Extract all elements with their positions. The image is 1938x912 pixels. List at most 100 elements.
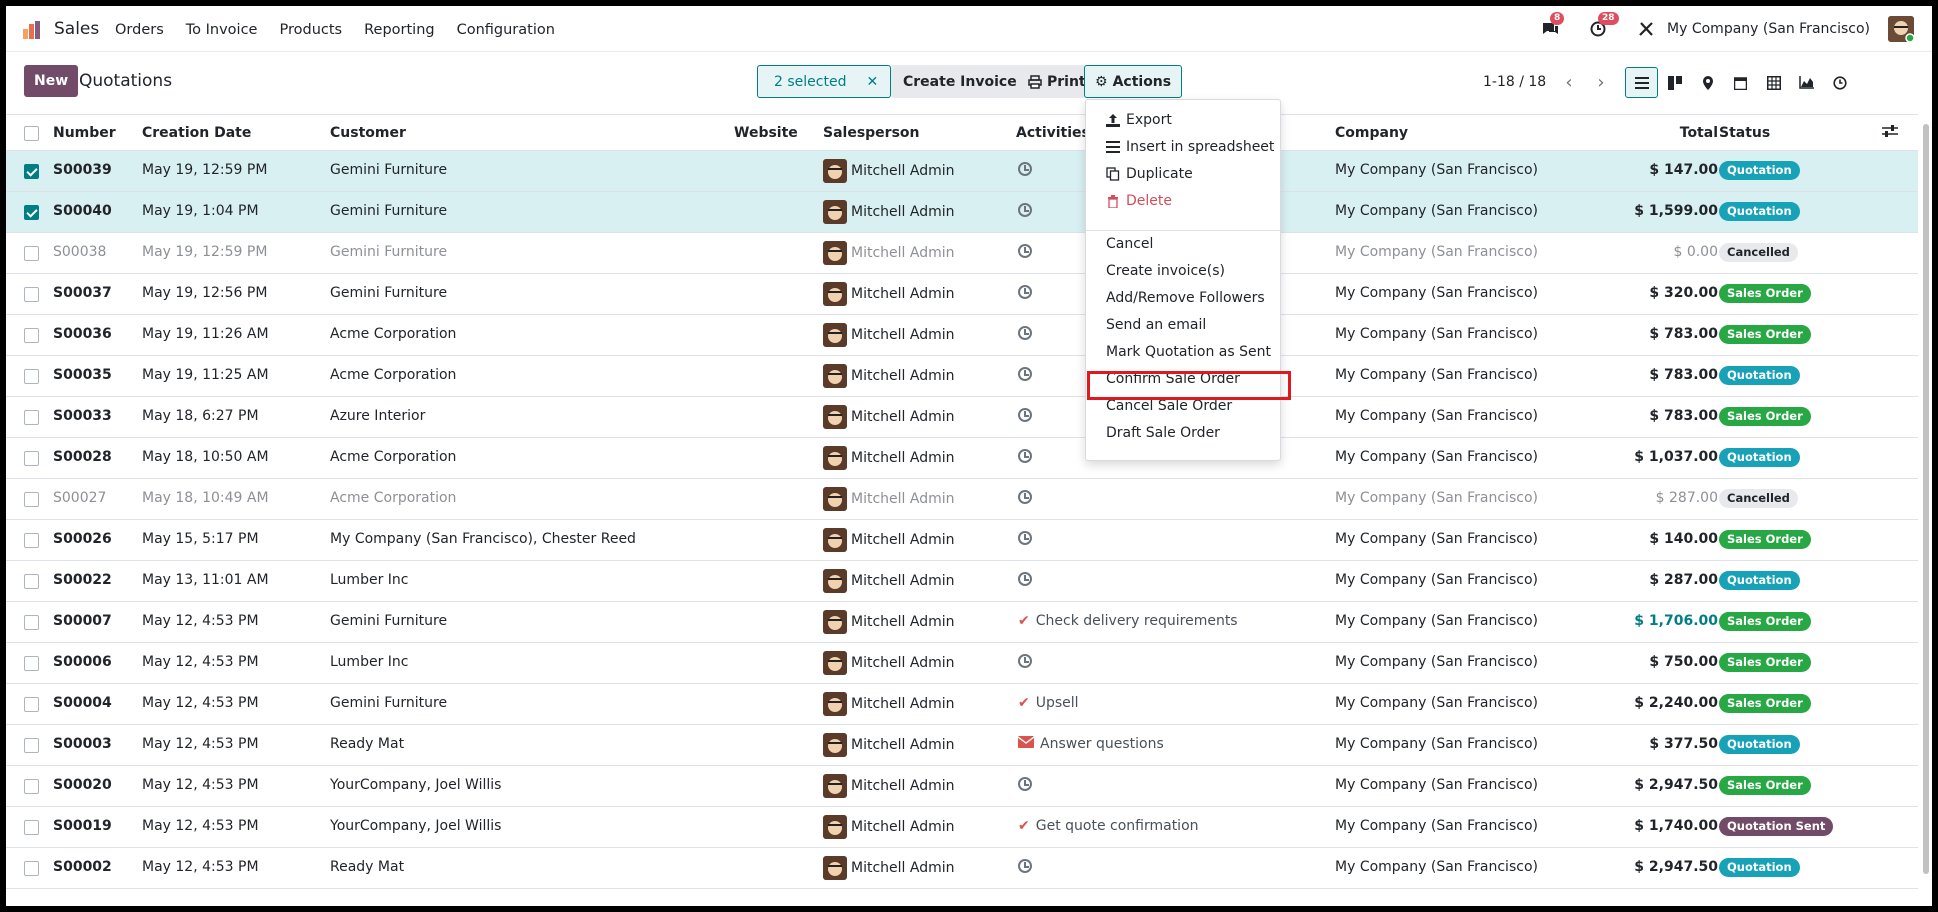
col-status[interactable]: Status xyxy=(1719,125,1770,141)
row-checkbox[interactable] xyxy=(24,287,39,302)
map-view-button[interactable] xyxy=(1691,67,1724,98)
list-view-button[interactable] xyxy=(1625,67,1658,98)
action-cancel-sale-order[interactable]: Cancel Sale Order xyxy=(1106,398,1232,414)
sales-app-icon[interactable] xyxy=(22,20,42,40)
row-checkbox[interactable] xyxy=(24,574,39,589)
app-name[interactable]: Sales xyxy=(54,19,99,39)
table-row[interactable]: S00035 May 19, 11:25 AM Acme Corporation Mi… xyxy=(6,356,1918,397)
col-salesperson[interactable]: Salesperson xyxy=(823,125,920,141)
table-row[interactable]: S00036 May 19, 11:26 AM Acme Corporation Mi… xyxy=(6,315,1918,356)
activity-cell[interactable] xyxy=(1018,162,1032,176)
row-checkbox[interactable] xyxy=(24,656,39,671)
optional-columns-toggle[interactable] xyxy=(1882,124,1898,142)
activity-envelope-icon[interactable] xyxy=(1017,736,1035,752)
pivot-view-button[interactable] xyxy=(1757,67,1790,98)
activity-clock-icon[interactable] xyxy=(1018,408,1032,422)
company-switcher[interactable]: My Company (San Francisco) xyxy=(1667,21,1870,37)
action-mark-sent[interactable]: Mark Quotation as Sent xyxy=(1106,344,1271,360)
action-create-invoice[interactable]: Create invoice(s) xyxy=(1106,263,1225,279)
selection-indicator[interactable]: 2 selected ✕ xyxy=(757,65,892,98)
calendar-view-button[interactable] xyxy=(1724,67,1757,98)
menu-to-invoice[interactable]: To Invoice xyxy=(186,22,258,38)
table-row[interactable]: S00004 May 12, 4:53 PM Gemini Furniture Mit… xyxy=(6,684,1918,725)
activity-clock-icon[interactable] xyxy=(1018,777,1032,791)
menu-reporting[interactable]: Reporting xyxy=(364,22,435,38)
table-row[interactable]: S00006 May 12, 4:53 PM Lumber Inc Mitchell … xyxy=(6,643,1918,684)
activity-clock-icon[interactable] xyxy=(1018,449,1032,463)
menu-products[interactable]: Products xyxy=(279,22,342,38)
action-insert-spreadsheet[interactable]: Insert in spreadsheet xyxy=(1106,139,1274,155)
activity-cell[interactable] xyxy=(1018,408,1032,422)
row-checkbox[interactable] xyxy=(24,410,39,425)
activity-cell[interactable]: ✔ Upsell xyxy=(1018,695,1079,711)
activity-clock-icon[interactable] xyxy=(1018,654,1032,668)
action-export[interactable]: Export xyxy=(1106,112,1172,128)
activity-cell[interactable] xyxy=(1018,777,1032,791)
actions-button[interactable]: ⚙ Actions xyxy=(1084,65,1183,98)
activity-cell[interactable] xyxy=(1018,285,1032,299)
activity-clock-icon[interactable] xyxy=(1018,244,1032,258)
activity-cell[interactable]: ✔ Get quote confirmation xyxy=(1018,818,1199,834)
table-row[interactable]: S00037 May 19, 12:56 PM Gemini Furniture Mi… xyxy=(6,274,1918,315)
col-creation-date[interactable]: Creation Date xyxy=(142,125,251,141)
table-row[interactable]: S00002 May 12, 4:53 PM Ready Mat Mitchell A… xyxy=(6,848,1918,889)
table-row[interactable]: S00019 May 12, 4:53 PM YourCompany, Joel W… xyxy=(6,807,1918,848)
activity-check-icon[interactable]: ✔ xyxy=(1018,818,1030,834)
action-draft-sale-order[interactable]: Draft Sale Order xyxy=(1106,425,1220,441)
unselect-all-icon[interactable]: ✕ xyxy=(866,74,878,90)
row-checkbox[interactable] xyxy=(24,369,39,384)
table-row[interactable]: S00026 May 15, 5:17 PM My Company (San Fra… xyxy=(6,520,1918,561)
action-duplicate[interactable]: Duplicate xyxy=(1106,166,1193,182)
debug-tools-button[interactable] xyxy=(1635,18,1657,40)
row-checkbox[interactable] xyxy=(24,328,39,343)
action-add-remove-followers[interactable]: Add/Remove Followers xyxy=(1106,290,1265,306)
activity-clock-icon[interactable] xyxy=(1018,859,1032,873)
activity-cell[interactable] xyxy=(1018,531,1032,545)
row-checkbox[interactable] xyxy=(24,205,39,220)
action-send-email[interactable]: Send an email xyxy=(1106,317,1206,333)
activity-cell[interactable] xyxy=(1018,326,1032,340)
user-avatar[interactable] xyxy=(1888,16,1915,43)
menu-configuration[interactable]: Configuration xyxy=(457,22,555,38)
table-row[interactable]: S00038 May 19, 12:59 PM Gemini Furniture Mi… xyxy=(6,233,1918,274)
activity-cell[interactable] xyxy=(1018,490,1032,504)
activity-clock-icon[interactable] xyxy=(1018,572,1032,586)
messages-button[interactable]: 8 xyxy=(1539,12,1565,40)
activity-cell[interactable] xyxy=(1018,572,1032,586)
list-scrollbar[interactable] xyxy=(1920,114,1932,906)
row-checkbox[interactable] xyxy=(24,738,39,753)
row-checkbox[interactable] xyxy=(24,246,39,261)
table-row[interactable]: S00039 May 19, 12:59 PM Gemini Furniture Mi… xyxy=(6,151,1918,192)
row-checkbox[interactable] xyxy=(24,533,39,548)
table-row[interactable]: S00028 May 18, 10:50 AM Acme Corporation Mi… xyxy=(6,438,1918,479)
activity-clock-icon[interactable] xyxy=(1018,326,1032,340)
kanban-view-button[interactable] xyxy=(1658,67,1691,98)
activity-clock-icon[interactable] xyxy=(1018,162,1032,176)
activity-clock-icon[interactable] xyxy=(1018,531,1032,545)
table-row[interactable]: S00033 May 18, 6:27 PM Azure Interior Mitch… xyxy=(6,397,1918,438)
col-website[interactable]: Website xyxy=(734,125,798,141)
col-total[interactable]: Total xyxy=(1680,125,1718,141)
menu-orders[interactable]: Orders xyxy=(115,22,164,38)
graph-view-button[interactable] xyxy=(1790,67,1823,98)
activity-check-icon[interactable]: ✔ xyxy=(1018,613,1030,629)
activity-check-icon[interactable]: ✔ xyxy=(1018,695,1030,711)
select-all-checkbox[interactable] xyxy=(24,126,39,141)
new-button[interactable]: New xyxy=(24,65,79,97)
activity-view-button[interactable] xyxy=(1823,67,1856,98)
activity-cell[interactable]: ✔ Check delivery requirements xyxy=(1018,613,1238,629)
activities-button[interactable]: 28 xyxy=(1587,12,1619,40)
row-checkbox[interactable] xyxy=(24,492,39,507)
activity-cell[interactable] xyxy=(1018,859,1032,873)
activity-clock-icon[interactable] xyxy=(1018,203,1032,217)
table-row[interactable]: S00040 May 19, 1:04 PM Gemini Furniture Mit… xyxy=(6,192,1918,233)
activity-cell[interactable]: Answer questions xyxy=(1017,736,1164,752)
table-row[interactable]: S00027 May 18, 10:49 AM Acme Corporation Mi… xyxy=(6,479,1918,520)
pager-next-icon[interactable]: › xyxy=(1586,67,1616,97)
action-cancel[interactable]: Cancel xyxy=(1106,236,1153,252)
row-checkbox[interactable] xyxy=(24,164,39,179)
pager-value[interactable]: 1-18 / 18 xyxy=(1483,74,1546,90)
table-row[interactable]: S00007 May 12, 4:53 PM Gemini Furniture Mit… xyxy=(6,602,1918,643)
activity-cell[interactable] xyxy=(1018,367,1032,381)
activity-cell[interactable] xyxy=(1018,654,1032,668)
